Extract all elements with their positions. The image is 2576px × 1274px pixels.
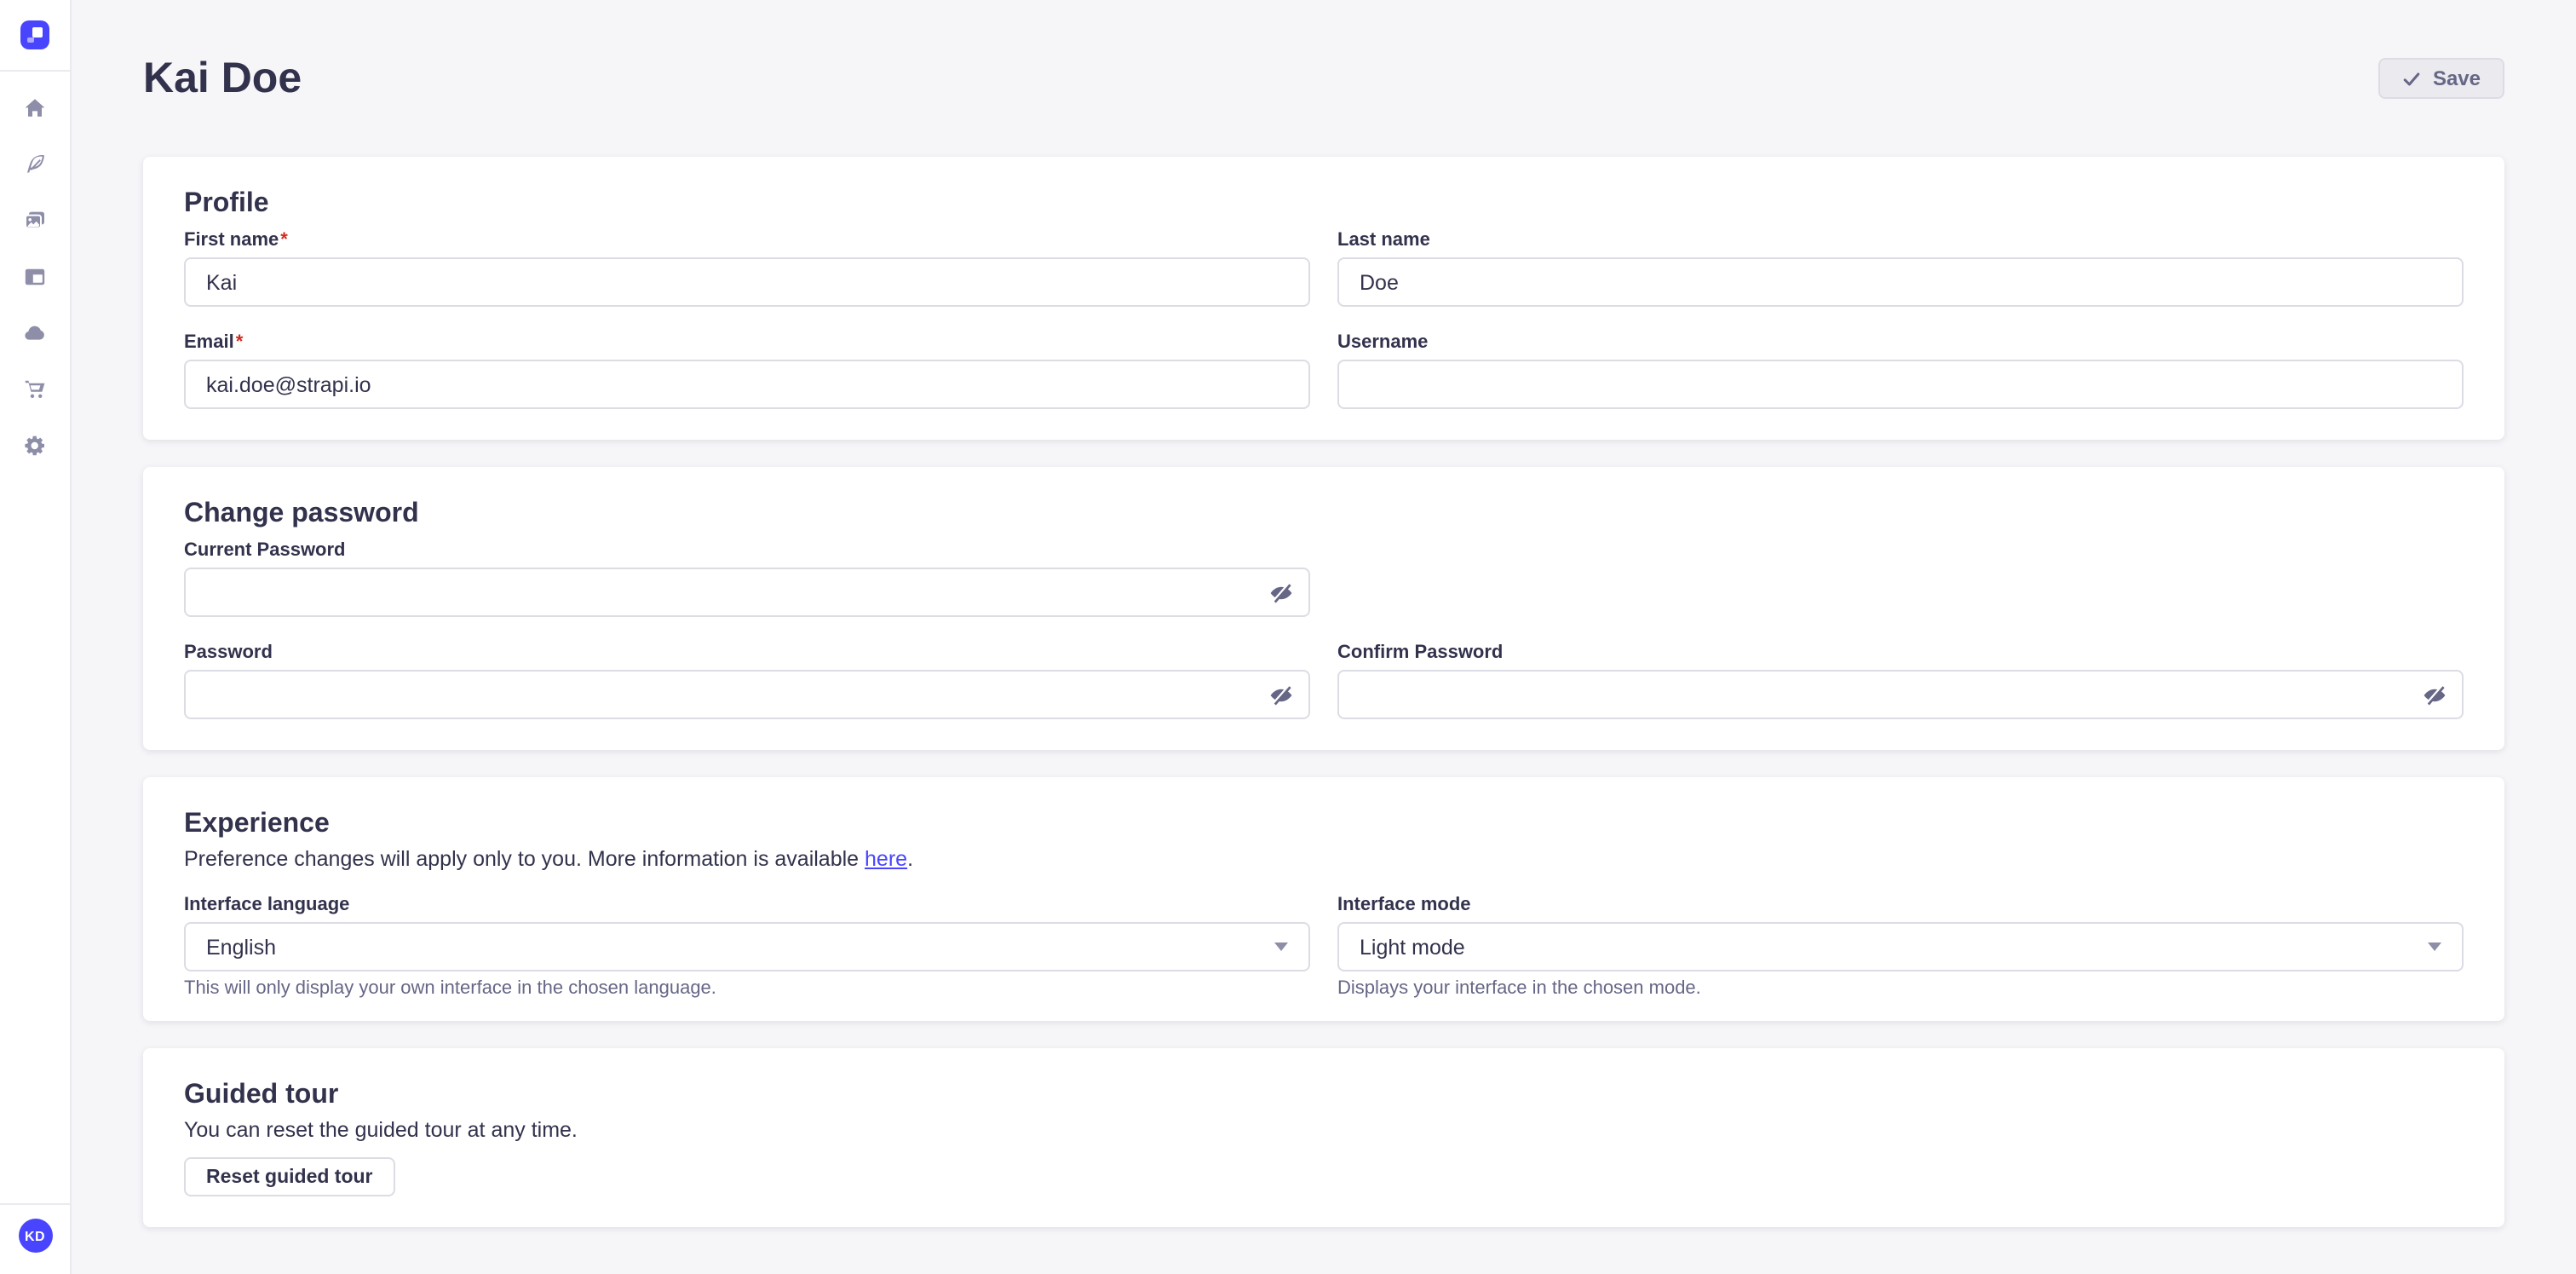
email-label-text: Email — [184, 332, 234, 353]
interface-language-value: English — [206, 935, 276, 959]
reset-guided-tour-button[interactable]: Reset guided tour — [184, 1157, 395, 1196]
user-avatar[interactable]: KD — [18, 1219, 52, 1253]
profile-heading: Profile — [184, 187, 2464, 222]
content-manager-icon — [24, 153, 46, 176]
change-password-grid: Current Password Password — [184, 539, 2464, 719]
sidebar-nav — [0, 72, 70, 457]
current-password-field: Current Password — [184, 539, 1310, 617]
strapi-logo-icon[interactable] — [20, 20, 49, 49]
interface-language-label: Interface language — [184, 893, 1310, 917]
main-content: Kai Doe Save Profile First name* Last na… — [72, 0, 2576, 1274]
first-name-label-text: First name — [184, 230, 279, 251]
app-root: KD Kai Doe Save Profile First name* Last… — [0, 0, 2576, 1274]
current-password-input[interactable] — [184, 568, 1310, 617]
page-header: Kai Doe Save — [143, 51, 2504, 106]
content-type-builder-icon — [24, 266, 46, 288]
password-label: Password — [184, 641, 1310, 665]
change-password-card: Change password Current Password Passwor… — [143, 467, 2504, 750]
sidebar: KD — [0, 0, 72, 1274]
media-library-icon — [24, 210, 46, 232]
last-name-label: Last name — [1337, 228, 2464, 252]
page-title: Kai Doe — [143, 51, 302, 106]
eye-off-icon — [1269, 580, 1293, 604]
confirm-password-field: Confirm Password — [1337, 641, 2464, 719]
experience-card: Experience Preference changes will apply… — [143, 777, 2504, 1021]
sidebar-item-marketplace[interactable] — [23, 378, 47, 401]
experience-description-text: Preference changes will apply only to yo… — [184, 847, 865, 871]
required-asterisk: * — [236, 332, 244, 353]
current-password-input-wrap — [184, 568, 1310, 617]
sidebar-item-settings[interactable] — [23, 435, 47, 457]
marketplace-icon — [24, 378, 46, 401]
sidebar-item-content-type-builder[interactable] — [23, 266, 47, 288]
empty-cell — [1337, 539, 2464, 617]
username-field: Username — [1337, 331, 2464, 409]
eye-off-icon — [2423, 683, 2447, 706]
password-input[interactable] — [184, 670, 1310, 719]
guided-tour-description: You can reset the guided tour at any tim… — [184, 1116, 2464, 1144]
change-password-heading: Change password — [184, 498, 2464, 532]
interface-mode-hint: Displays your interface in the chosen mo… — [1337, 978, 2464, 1000]
guided-tour-card: Guided tour You can reset the guided tou… — [143, 1048, 2504, 1227]
interface-language-hint: This will only display your own interfac… — [184, 978, 1310, 1000]
interface-mode-label: Interface mode — [1337, 893, 2464, 917]
logo-area — [0, 0, 70, 72]
sidebar-item-media-library[interactable] — [23, 210, 47, 232]
eye-off-icon — [1269, 683, 1293, 706]
toggle-confirm-password-visibility-button[interactable] — [2421, 681, 2448, 708]
last-name-input[interactable] — [1337, 257, 2464, 307]
profile-grid: First name* Last name Email* Username — [184, 228, 2464, 409]
confirm-password-label: Confirm Password — [1337, 641, 2464, 665]
password-field: Password — [184, 641, 1310, 719]
email-field: Email* — [184, 331, 1310, 409]
experience-description-period: . — [907, 847, 913, 871]
first-name-label: First name* — [184, 228, 1310, 252]
interface-language-field: Interface language English This will onl… — [184, 893, 1310, 1000]
password-input-wrap — [184, 670, 1310, 719]
toggle-password-visibility-button[interactable] — [1268, 681, 1295, 708]
sidebar-item-content-manager[interactable] — [23, 153, 47, 176]
experience-grid: Interface language English This will onl… — [184, 893, 2464, 1000]
cloud-icon — [24, 322, 46, 344]
confirm-password-input[interactable] — [1337, 670, 2464, 719]
sidebar-item-home[interactable] — [23, 97, 47, 119]
email-label: Email* — [184, 331, 1310, 355]
interface-mode-select[interactable]: Light mode — [1337, 922, 2464, 971]
email-input[interactable] — [184, 360, 1310, 409]
sidebar-footer: KD — [0, 1203, 70, 1274]
guided-tour-heading: Guided tour — [184, 1079, 2464, 1113]
interface-language-select[interactable]: English — [184, 922, 1310, 971]
profile-card: Profile First name* Last name Email* Use… — [143, 157, 2504, 440]
here-link[interactable]: here — [865, 847, 907, 871]
sidebar-divider — [0, 1203, 70, 1205]
interface-mode-value: Light mode — [1360, 935, 1465, 959]
first-name-field: First name* — [184, 228, 1310, 307]
save-button[interactable]: Save — [2378, 58, 2504, 99]
experience-description: Preference changes will apply only to yo… — [184, 845, 2464, 873]
home-icon — [24, 97, 46, 119]
check-icon — [2402, 69, 2421, 88]
chevron-down-icon — [1274, 943, 1288, 951]
username-label: Username — [1337, 331, 2464, 355]
experience-heading: Experience — [184, 808, 2464, 842]
settings-icon — [24, 435, 46, 457]
sidebar-item-cloud[interactable] — [23, 322, 47, 344]
toggle-current-password-visibility-button[interactable] — [1268, 579, 1295, 606]
first-name-input[interactable] — [184, 257, 1310, 307]
chevron-down-icon — [2428, 943, 2441, 951]
current-password-label: Current Password — [184, 539, 1310, 562]
confirm-password-input-wrap — [1337, 670, 2464, 719]
last-name-field: Last name — [1337, 228, 2464, 307]
interface-mode-field: Interface mode Light mode Displays your … — [1337, 893, 2464, 1000]
required-asterisk: * — [280, 230, 288, 251]
save-button-label: Save — [2433, 66, 2481, 90]
username-input[interactable] — [1337, 360, 2464, 409]
